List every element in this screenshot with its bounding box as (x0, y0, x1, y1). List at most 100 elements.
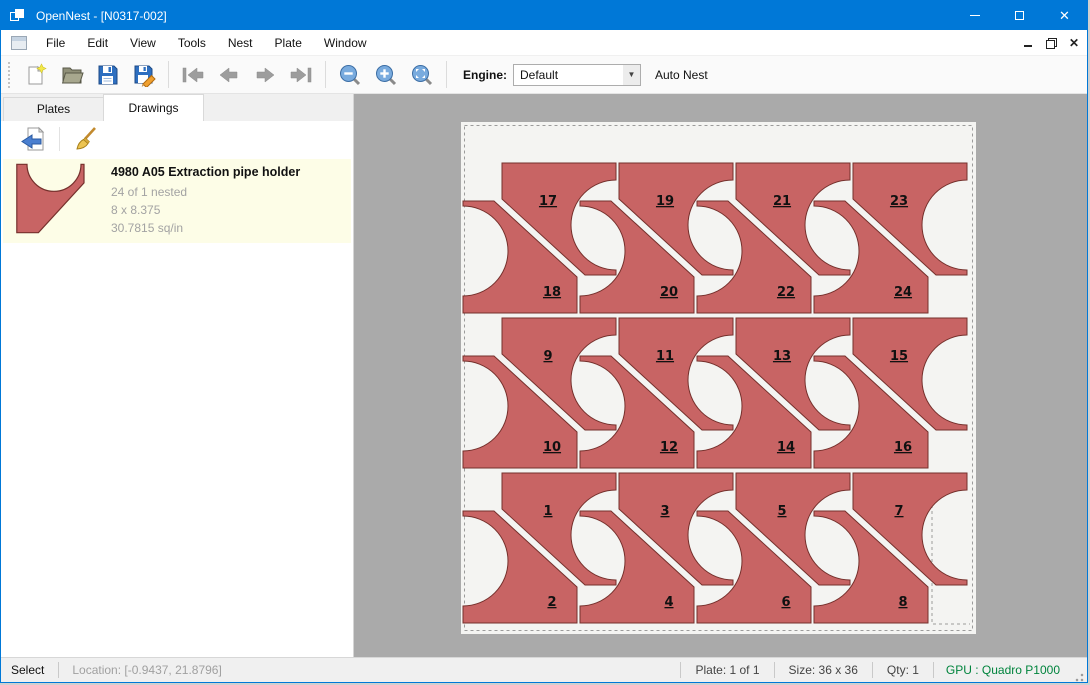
new-document-button[interactable] (18, 59, 54, 91)
part-number-label: 12 (660, 440, 678, 455)
drawing-dimensions: 8 x 8.375 (111, 201, 300, 219)
zoom-out-button[interactable] (332, 59, 368, 91)
toolbar-separator (168, 61, 169, 88)
go-last-icon (288, 63, 314, 87)
open-folder-icon (60, 63, 84, 87)
save-as-button[interactable] (126, 59, 162, 91)
tab-drawings[interactable]: Drawings (103, 94, 204, 121)
menu-plate[interactable]: Plate (264, 32, 313, 54)
go-previous-button[interactable] (211, 59, 247, 91)
auto-nest-label[interactable]: Auto Nest (655, 68, 708, 82)
save-button[interactable] (90, 59, 126, 91)
mdi-document-icon[interactable] (11, 36, 27, 50)
part-number-label: 21 (773, 194, 791, 209)
nest-canvas[interactable]: 171819202122232491011121314151612345678 (354, 94, 1087, 657)
window-title: OpenNest - [N0317-002] (36, 9, 952, 23)
engine-select[interactable]: Default ▼ (513, 64, 641, 86)
save-floppy-icon (96, 63, 120, 87)
mdi-close-button[interactable]: ✕ (1069, 38, 1079, 48)
drawings-list: 4980 A05 Extraction pipe holder 24 of 1 … (1, 156, 353, 657)
menu-nest[interactable]: Nest (217, 32, 264, 54)
menu-bar: File Edit View Tools Nest Plate Window ✕ (1, 30, 1087, 56)
part-number-label: 15 (890, 349, 908, 364)
engine-selected-value: Default (514, 68, 623, 82)
zoom-fit-icon (410, 63, 434, 87)
go-next-icon (252, 63, 278, 87)
menu-file[interactable]: File (35, 32, 76, 54)
mdi-window-controls: ✕ (1024, 38, 1079, 48)
maximize-icon (1015, 11, 1024, 20)
status-plate: Plate: 1 of 1 (681, 663, 773, 677)
panel-tab-strip: Plates Drawings (1, 94, 353, 121)
part-number-label: 7 (894, 504, 903, 519)
part-number-label: 3 (660, 504, 669, 519)
zoom-out-icon (338, 63, 362, 87)
import-drawing-icon (20, 126, 46, 152)
status-mode: Select (1, 663, 58, 677)
part-number-label: 9 (543, 349, 552, 364)
opennest-window: OpenNest - [N0317-002] ✕ File Edit View … (0, 0, 1088, 683)
import-drawing-button[interactable] (15, 123, 51, 155)
part-number-label: 1 (543, 504, 552, 519)
mdi-minimize-button[interactable] (1024, 45, 1032, 47)
toolbar-grip[interactable] (8, 62, 12, 88)
go-first-button[interactable] (175, 59, 211, 91)
go-next-button[interactable] (247, 59, 283, 91)
menu-view[interactable]: View (119, 32, 167, 54)
status-location: Location: [-0.9437, 21.8796] (59, 663, 680, 677)
part-number-label: 23 (890, 194, 908, 209)
engine-label: Engine: (463, 68, 507, 82)
part-thumbnail (15, 162, 91, 240)
clean-button[interactable] (68, 123, 104, 155)
part-number-label: 10 (543, 440, 561, 455)
status-gpu: GPU : Quadro P1000 (934, 663, 1072, 677)
open-file-button[interactable] (54, 59, 90, 91)
save-as-icon (132, 63, 156, 87)
status-size: Size: 36 x 36 (775, 663, 872, 677)
tab-plates[interactable]: Plates (3, 97, 104, 121)
part-number-label: 13 (773, 349, 791, 364)
nest-plate[interactable]: 171819202122232491011121314151612345678 (461, 122, 976, 634)
part-number-label: 19 (656, 194, 674, 209)
menu-tools[interactable]: Tools (167, 32, 217, 54)
menu-window[interactable]: Window (313, 32, 378, 54)
part-number-label: 4 (664, 595, 673, 610)
zoom-in-icon (374, 63, 398, 87)
app-icon (10, 9, 26, 23)
part-number-label: 14 (777, 440, 795, 455)
drawings-toolbar (1, 121, 353, 156)
mdi-restore-button[interactable] (1046, 38, 1055, 47)
go-first-icon (180, 63, 206, 87)
drawing-title: 4980 A05 Extraction pipe holder (111, 165, 300, 179)
part-number-label: 22 (777, 285, 795, 300)
status-bar: Select Location: [-0.9437, 21.8796] Plat… (1, 657, 1087, 682)
part-number-label: 2 (547, 595, 556, 610)
new-document-icon (24, 63, 48, 87)
go-last-button[interactable] (283, 59, 319, 91)
zoom-fit-button[interactable] (404, 59, 440, 91)
part-number-label: 5 (777, 504, 786, 519)
status-qty: Qty: 1 (873, 663, 933, 677)
part-number-label: 17 (539, 194, 557, 209)
part-number-label: 16 (894, 440, 912, 455)
zoom-in-button[interactable] (368, 59, 404, 91)
minimize-button[interactable] (952, 1, 997, 30)
part-number-label: 6 (781, 595, 790, 610)
menu-edit[interactable]: Edit (76, 32, 119, 54)
chevron-down-icon[interactable]: ▼ (623, 65, 640, 85)
left-panel: Plates Drawings (1, 94, 354, 657)
part-number-label: 20 (660, 285, 678, 300)
maximize-button[interactable] (997, 1, 1042, 30)
drawing-nested-count: 24 of 1 nested (111, 183, 300, 201)
toolbar-separator (59, 127, 60, 151)
close-button[interactable]: ✕ (1042, 1, 1087, 30)
title-bar: OpenNest - [N0317-002] ✕ (1, 1, 1087, 30)
drawing-area: 30.7815 sq/in (111, 219, 300, 237)
minimize-icon (970, 15, 980, 16)
go-previous-icon (216, 63, 242, 87)
drawing-list-item[interactable]: 4980 A05 Extraction pipe holder 24 of 1 … (3, 159, 351, 243)
main-toolbar: Engine: Default ▼ Auto Nest (1, 56, 1087, 94)
part-number-label: 18 (543, 285, 561, 300)
resize-grip-icon[interactable] (1072, 670, 1084, 682)
toolbar-separator (446, 61, 447, 88)
